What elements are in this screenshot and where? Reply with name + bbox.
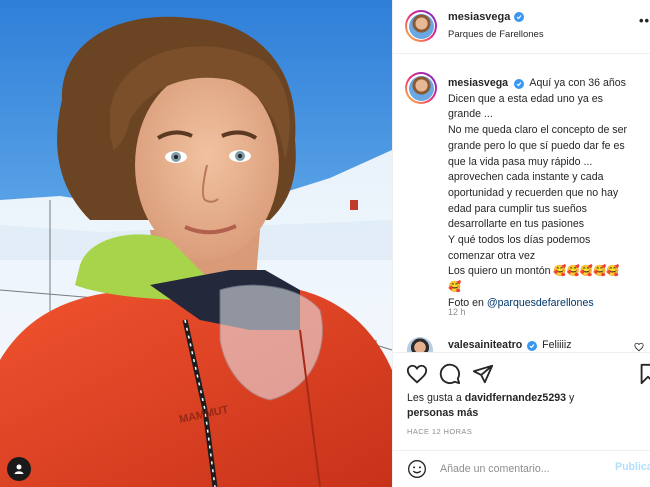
author-name-row: mesiasvega xyxy=(448,11,525,23)
post-date[interactable]: HACE 12 HORAS xyxy=(407,427,472,436)
caption-line: oportunidad y recuerden que no hay xyxy=(448,186,619,199)
post-actions: Les gusta a davidfernandez5293 y persona… xyxy=(393,352,650,487)
caption-line: grande ... xyxy=(448,108,493,121)
likes-prefix: Les gusta a xyxy=(407,392,465,404)
caption-love-line-2: 🥰 xyxy=(448,281,462,294)
comment-like-heart-icon[interactable] xyxy=(634,342,644,352)
caption-line: grande pero lo que sí puedo dar fe es xyxy=(448,139,625,152)
comment-icon[interactable] xyxy=(439,363,461,385)
comment-input[interactable] xyxy=(440,460,600,478)
photo-credit-link[interactable]: @parquesdefarellones xyxy=(487,297,594,309)
caption-avatar[interactable] xyxy=(405,72,437,104)
save-bookmark-icon[interactable] xyxy=(637,363,650,385)
likes-summary: Les gusta a davidfernandez5293 y persona… xyxy=(407,391,643,421)
emoji-icon[interactable] xyxy=(407,459,427,479)
share-icon[interactable] xyxy=(472,363,494,385)
commenter-avatar[interactable] xyxy=(407,337,433,352)
author-avatar[interactable] xyxy=(405,10,437,42)
comment-item: valesainiteatro Feliiiiz xyxy=(393,334,650,352)
caption-line: que la vida pasa muy rápido ... xyxy=(448,155,593,168)
verified-badge-icon xyxy=(514,12,525,22)
caption-line: edad para cumplir tus sueños xyxy=(448,202,587,215)
post-details-panel: mesiasvega Parques de Farellones ••• mes… xyxy=(392,0,650,487)
user-tag-icon[interactable] xyxy=(7,457,31,481)
post-header: mesiasvega Parques de Farellones ••• xyxy=(393,0,650,54)
likes-others[interactable]: personas más xyxy=(407,407,478,419)
verified-badge-icon xyxy=(514,79,525,89)
post-photo[interactable]: MAMMUT xyxy=(0,0,392,487)
caption-line: Y qué todos los días podemos xyxy=(448,234,591,247)
caption-username[interactable]: mesiasvega xyxy=(448,77,508,89)
caption-line: comenzar otra vez xyxy=(448,249,536,262)
post-caption: mesiasvega Aquí ya con 36 años Dicen que… xyxy=(393,56,650,338)
likes-user[interactable]: davidfernandez5293 xyxy=(465,392,566,404)
verified-badge-icon xyxy=(527,341,538,351)
selfie-image: MAMMUT xyxy=(0,0,392,487)
caption-love-line: Los quiero un montón 🥰🥰🥰🥰🥰 xyxy=(448,265,620,278)
comment-text: valesainiteatro Feliiiiz xyxy=(448,339,572,351)
add-comment-bar: Publicar xyxy=(393,450,650,487)
post-location[interactable]: Parques de Farellones xyxy=(448,29,544,40)
more-options-icon[interactable]: ••• xyxy=(639,14,650,27)
caption-text: mesiasvega Aquí ya con 36 años Dicen que… xyxy=(448,76,648,312)
likes-connector: y xyxy=(566,392,575,404)
caption-timestamp[interactable]: 12 h xyxy=(448,307,466,317)
caption-line: No me queda claro el concepto de ser xyxy=(448,124,628,137)
author-username[interactable]: mesiasvega xyxy=(448,11,510,23)
publish-comment-button[interactable]: Publicar xyxy=(615,461,650,473)
caption-first-line: Aquí ya con 36 años xyxy=(529,77,626,89)
comment-body: Feliiiiz xyxy=(542,339,572,351)
commenter-username[interactable]: valesainiteatro xyxy=(448,339,522,351)
caption-line: desarrollarte en tus pasiones xyxy=(448,218,585,231)
caption-line: Dicen que a esta edad uno ya es xyxy=(448,92,603,105)
like-heart-icon[interactable] xyxy=(406,363,428,385)
caption-line: aprovechen cada instante y cada xyxy=(448,171,604,184)
